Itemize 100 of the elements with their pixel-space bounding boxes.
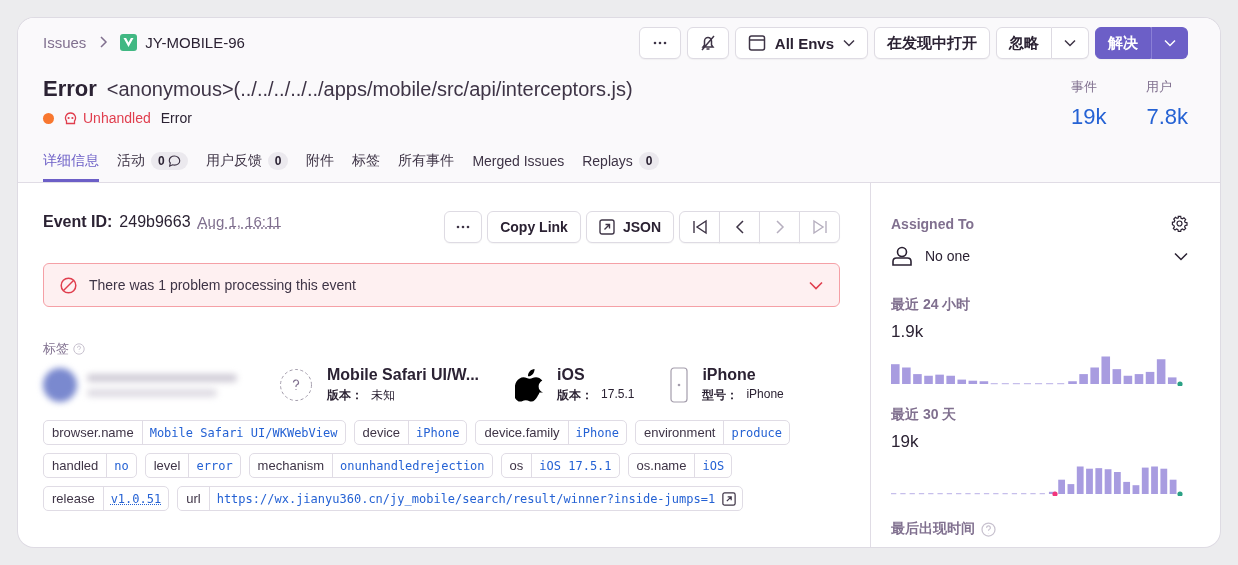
tag-key: device.family [476, 421, 569, 444]
unhandled-label: Unhandled [83, 110, 151, 126]
tab[interactable]: 活动 0 [117, 148, 188, 182]
last-seen-label: 最后出现时间 [891, 520, 975, 538]
tab[interactable]: 详细信息 [43, 148, 99, 182]
tag-value: error [195, 458, 234, 473]
chevron-down-icon [1064, 39, 1076, 47]
tag-value: no [113, 458, 130, 473]
stat-count[interactable]: 7.8k [1146, 104, 1188, 130]
level-dot [43, 112, 54, 124]
error-type: Error [43, 76, 97, 102]
external-link-icon [722, 491, 737, 506]
tag-value: Mobile Safari UI/WKWebView [148, 425, 339, 440]
tag-key: os.name [628, 454, 696, 477]
tag-value: iPhone [415, 425, 461, 440]
tag-value: produce [730, 425, 784, 440]
tag-value: iPhone [574, 425, 620, 440]
skip-forward-icon [811, 219, 828, 235]
tag-pill[interactable]: environment produce [634, 420, 791, 445]
previous-event-button[interactable] [719, 211, 760, 243]
prohibited-icon [60, 276, 77, 294]
tab[interactable]: Replays 0 [582, 148, 660, 182]
tab[interactable]: 用户反馈 0 [205, 148, 289, 182]
tag-value: onunhandledrejection [339, 458, 486, 473]
alert-message: There was 1 problem processing this event [89, 277, 357, 293]
event-id-label: Event ID: [43, 213, 113, 231]
stat-count[interactable]: 19k [1070, 104, 1107, 130]
tag-pill[interactable]: browser.name Mobile Safari UI/WKWebView [43, 420, 346, 445]
tag-pill[interactable]: device.family iPhone [475, 420, 627, 445]
project-logo-icon [120, 33, 138, 51]
tag-pill[interactable]: os iOS 17.5.1 [500, 453, 620, 478]
context-name: iPhone [702, 366, 757, 384]
copy-link-button[interactable]: Copy Link [487, 211, 581, 243]
json-button[interactable]: JSON [585, 211, 674, 243]
bell-off-icon [698, 34, 717, 52]
tag-key: browser.name [44, 421, 143, 444]
last-event-button[interactable] [799, 211, 840, 243]
settings-icon[interactable] [1171, 215, 1188, 232]
tag-value: https://wx.jianyu360.cn/jy_mobile/search/result/winner?inside-jumps=1 [215, 491, 717, 506]
context-meta-value: iPhone [746, 387, 784, 403]
tag-pill[interactable]: os.name iOS [627, 453, 733, 478]
chevron-down-icon [843, 39, 855, 47]
ignore-button[interactable]: 忽略 [996, 27, 1052, 59]
tag-pill[interactable]: device iPhone [353, 420, 468, 445]
tag-value: iOS 17.5.1 [538, 458, 613, 473]
open-in-discover-button[interactable]: 在发现中打开 [874, 27, 990, 59]
chevron-left-icon [734, 219, 745, 235]
context-name: Mobile Safari UI/W... [327, 366, 480, 384]
context-meta-value: 未知 [371, 387, 395, 404]
unknown-browser-icon [279, 368, 313, 402]
context-name: iOS [557, 366, 586, 384]
tag-value: v1.0.51 [109, 491, 163, 506]
context-meta-value: 17.5.1 [601, 387, 635, 403]
tag-value: iOS [701, 458, 726, 473]
first-event-button[interactable] [679, 211, 720, 243]
more-icon [652, 41, 667, 45]
tag-key: release [44, 487, 104, 510]
resolve-button[interactable]: 解决 [1095, 27, 1151, 59]
chevron-right-icon [774, 219, 785, 235]
error-culprit: <anonymous>(../../../../../apps/mobile/src/api/interceptors.js) [106, 78, 633, 101]
environment-dropdown[interactable]: All Envs [734, 27, 868, 59]
event-date[interactable]: Aug 1, 16:11 [197, 213, 282, 230]
chevron-down-icon [809, 280, 823, 290]
error-alert[interactable]: There was 1 problem processing this event [43, 263, 840, 307]
tab[interactable]: 所有事件 [398, 148, 455, 182]
help-icon [981, 521, 996, 537]
issue-id: JY-MOBILE-96 [145, 33, 245, 51]
tag-pill[interactable]: handled no [43, 453, 137, 478]
breadcrumb-link[interactable]: Issues [43, 33, 87, 51]
tab[interactable]: Merged Issues [472, 148, 565, 182]
assignee-dropdown[interactable]: No one [891, 246, 1188, 266]
tag-key: url [178, 487, 210, 510]
context-meta-label: 型号： [702, 387, 739, 404]
stat-label: 事件 [1070, 78, 1097, 96]
assigned-to-label: Assigned To [891, 215, 974, 232]
mute-button[interactable] [686, 27, 729, 59]
user-icon [891, 246, 913, 266]
tag-pill[interactable]: mechanism onunhandledrejection [248, 453, 493, 478]
section-heading: 标签 [43, 340, 69, 358]
period-count: 19k [891, 432, 920, 452]
tag-pill[interactable]: level error [144, 453, 241, 478]
tag-key: device [354, 421, 410, 444]
tag-pill[interactable]: release v1.0.51 [43, 486, 170, 511]
chevron-down-icon [1163, 39, 1176, 47]
period-count: 1.9k [891, 322, 925, 342]
more-icon [456, 225, 471, 229]
tab[interactable]: 标签 [352, 148, 381, 182]
tag-key: os [501, 454, 533, 477]
period-label: 最近 30 天 [891, 406, 958, 424]
tag-key: environment [635, 421, 725, 444]
phone-icon [670, 367, 689, 403]
resolve-options-button[interactable] [1151, 27, 1188, 59]
window-icon [747, 34, 766, 52]
tab[interactable]: 附件 [306, 148, 335, 182]
stat-label: 用户 [1146, 78, 1173, 96]
event-id: 249b9663 [119, 213, 191, 231]
tag-pill[interactable]: url https://wx.jianyu360.cn/jy_mobile/search/result/winner?inside-jumps=1 [177, 486, 744, 511]
skull-icon [64, 111, 77, 125]
chevron-right-icon [98, 36, 109, 48]
error-level: Error [160, 110, 192, 126]
